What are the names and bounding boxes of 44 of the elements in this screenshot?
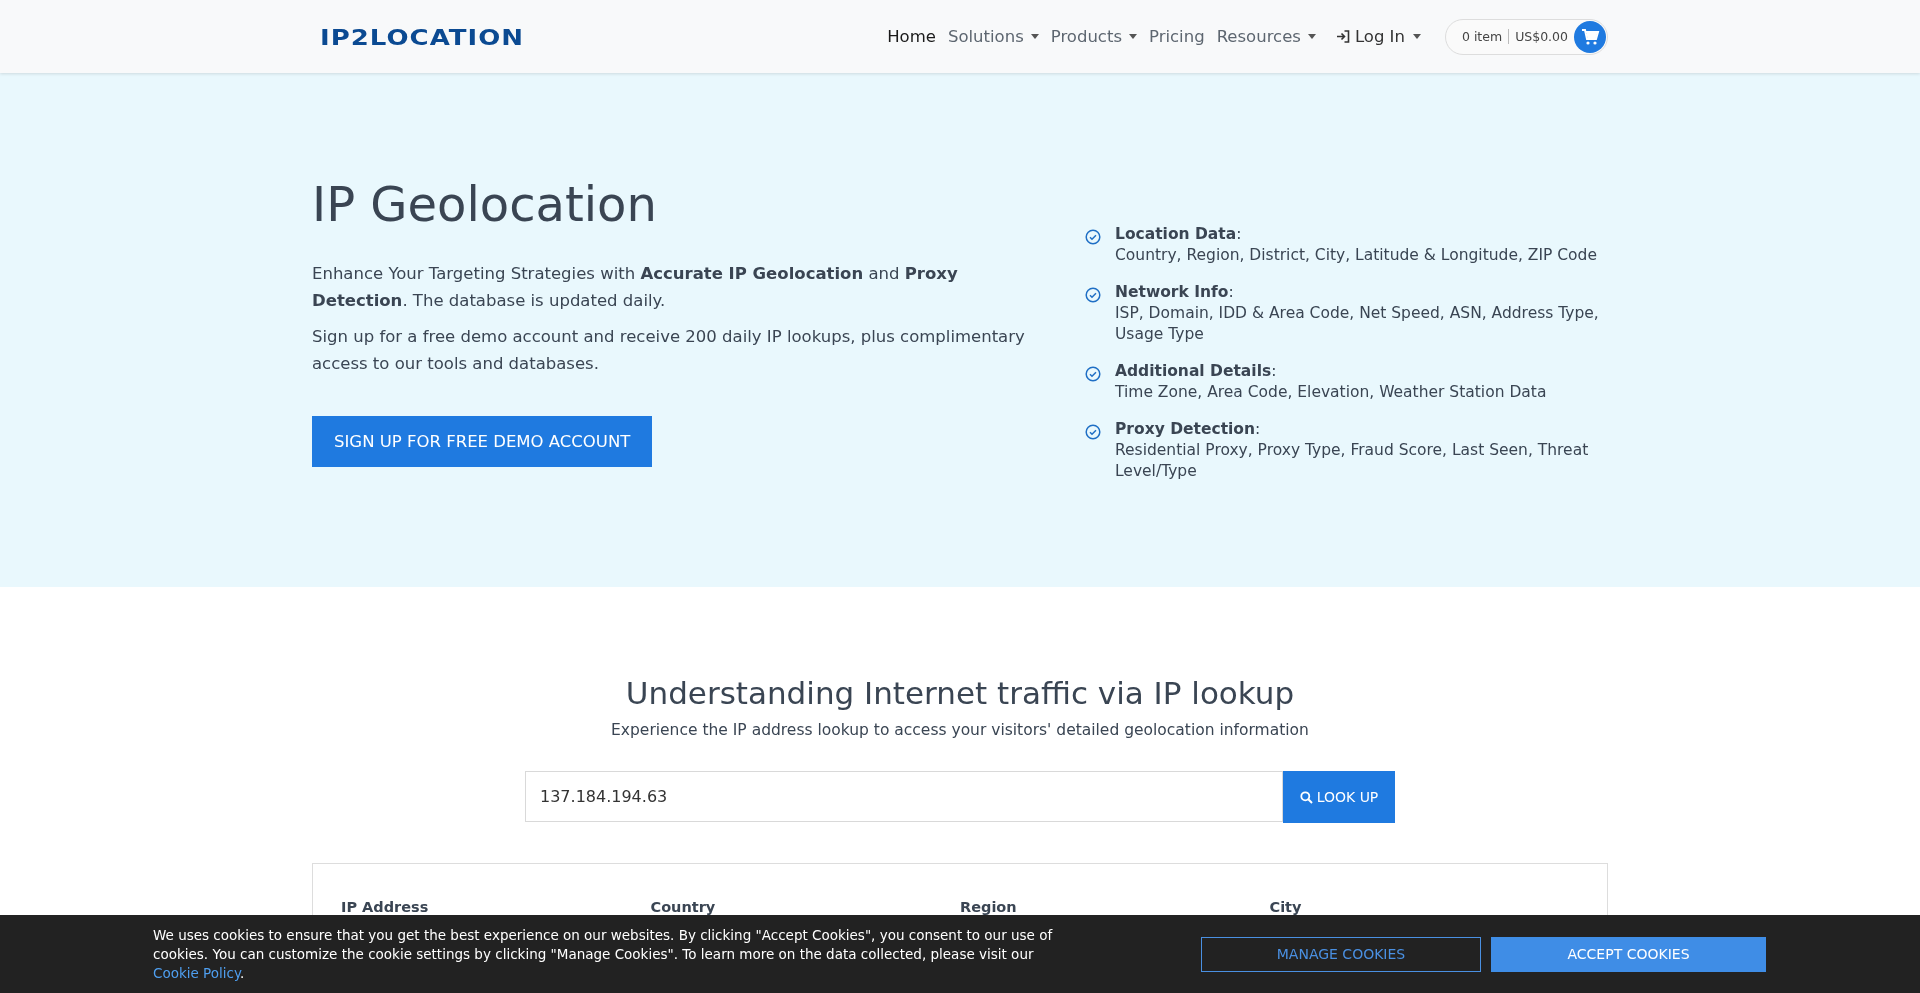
nav-link[interactable]: Resources (1210, 27, 1322, 46)
feature-title: Location Data: (1115, 224, 1243, 245)
check-circle-icon (1085, 229, 1101, 245)
result-label: Region (960, 898, 1018, 917)
feature-title: Proxy Detection: (1115, 419, 1262, 440)
ip-input-field[interactable]: 137.184.194.63 (525, 771, 1283, 822)
caret-icon (1412, 34, 1421, 39)
check-circle-icon (1085, 366, 1101, 382)
hero-title: IP Geolocation (312, 176, 658, 232)
nav-link[interactable]: Pricing (1143, 27, 1211, 46)
feature-details: Country, Region, District, City, Latitude & Longitude, ZIP Code (1115, 245, 1597, 266)
feature-title: Additional Details: (1115, 361, 1278, 382)
signup-button[interactable]: SIGN UP FOR FREE DEMO ACCOUNT (312, 416, 653, 467)
manage-cookies-button[interactable]: MANAGE COOKIES (1201, 936, 1481, 972)
accept-cookies-button[interactable]: ACCEPT COOKIES (1491, 936, 1766, 972)
result-label: City (1269, 898, 1303, 917)
check-circle-icon (1085, 424, 1101, 440)
result-label: IP Address (341, 898, 430, 917)
section-subtitle: Experience the IP address lookup to access your visitors' detailed geolocation information (610, 721, 1310, 739)
cart-count: 0 item (1461, 29, 1510, 44)
login-icon (1335, 30, 1350, 43)
nav-link[interactable]: Solutions (941, 27, 1045, 46)
caret-icon (1129, 34, 1137, 39)
search-icon (1299, 790, 1313, 804)
cart-icon (1574, 20, 1606, 53)
feature-details: Residential Proxy, Proxy Type, Fraud Score, Last Seen, Threat Level/Type (1115, 440, 1590, 482)
section-title: Understanding Internet traffic via IP lookup (624, 675, 1296, 711)
hero-text: Enhance Your Targeting Strategies with Accurate IP Geolocation and Proxy Detection. The database is updated daily. (312, 263, 959, 312)
check-circle-icon (1085, 287, 1101, 303)
feature-details: Time Zone, Area Code, Elevation, Weather Station Data (1115, 382, 1547, 403)
feature-details: ISP, Domain, IDD & Area Code, Net Speed, ASN, Address Type, Usage Type (1115, 303, 1600, 345)
logo[interactable]: IP2LOCATION (320, 23, 525, 50)
hero-text: Sign up for a free demo account and receive 200 daily IP lookups, plus complimentary access to our tools and databases. (312, 326, 1026, 375)
cart-button[interactable]: 0 item US$0.00 (1444, 18, 1608, 55)
result-label: Country (650, 898, 717, 917)
login-link[interactable]: Log In (1329, 27, 1427, 46)
caret-icon (1030, 34, 1039, 39)
cart-total: US$0.00 (1514, 29, 1569, 44)
cookie-text: We uses cookies to ensure that you get the best experience on our websites. By clicking "Accept Cookies", you consent to our use of cookies. You can customize the cookie settings by clicking "Manage Cookies". To learn more on the data collected, please visit our Cookie Policy. (153, 925, 1054, 983)
caret-icon (1307, 34, 1316, 39)
lookup-button[interactable]: LOOK UP (1283, 771, 1395, 823)
nav-link[interactable]: Home (881, 27, 942, 46)
feature-title: Network Info: (1115, 282, 1235, 303)
nav-link[interactable]: Products (1044, 27, 1143, 46)
